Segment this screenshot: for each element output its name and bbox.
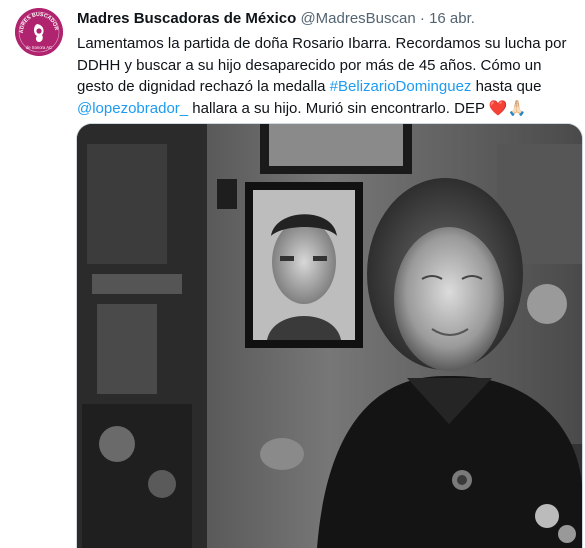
photo-image (77, 124, 582, 548)
hashtag-link[interactable]: #BelizarioDominguez (330, 78, 472, 95)
tweet-text-part: hasta que (471, 78, 542, 95)
tweet-date[interactable]: 16 abr. (429, 10, 475, 27)
pray-emoji-icon: 🙏🏻 (507, 99, 527, 117)
separator-dot: · (419, 10, 425, 27)
avatar[interactable]: MADRES BUSCADORAS de Sonora AC (15, 8, 63, 56)
heart-emoji-icon: ❤️ (488, 99, 508, 117)
svg-text:de Sonora AC: de Sonora AC (26, 45, 52, 50)
avatar-logo-icon: MADRES BUSCADORAS de Sonora AC (15, 8, 63, 56)
user-handle[interactable]: @MadresBuscan (300, 10, 415, 27)
tweet-photo[interactable] (76, 123, 583, 548)
mention-link[interactable]: @lopezobrador_ (77, 100, 188, 117)
tweet-text: Lamentamos la partida de doña Rosario Ib… (77, 33, 577, 119)
display-name[interactable]: Madres Buscadoras de México (77, 10, 296, 27)
tweet-text-part: hallara a su hijo. Murió sin encontrarlo… (188, 99, 489, 117)
tweet-header: Madres Buscadoras de México @MadresBusca… (77, 9, 575, 29)
